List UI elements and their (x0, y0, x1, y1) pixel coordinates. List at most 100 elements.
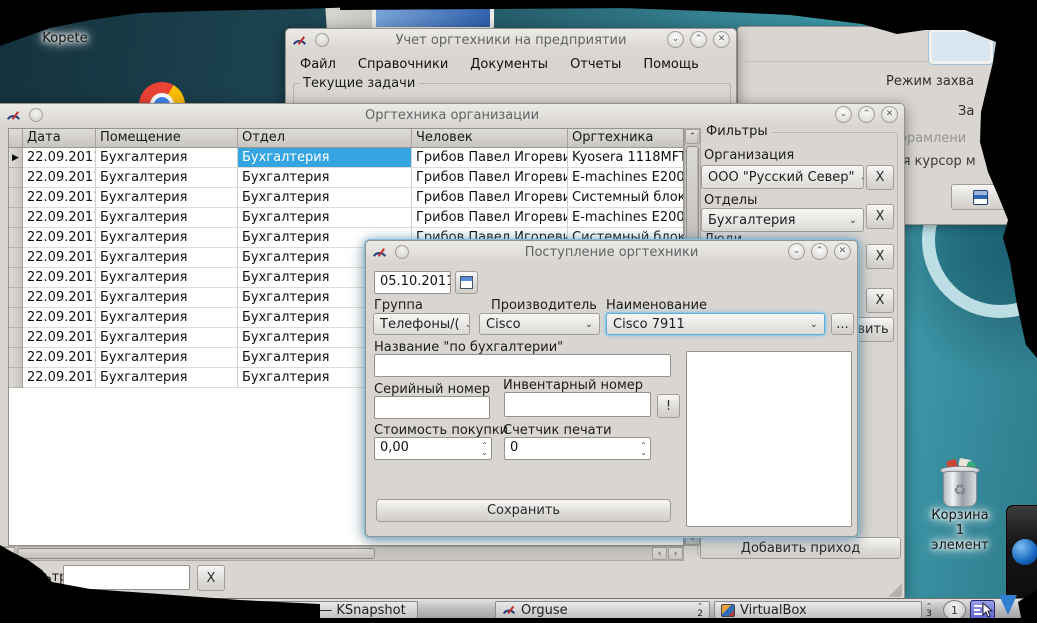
row-selector[interactable] (9, 348, 23, 368)
cell-room[interactable]: Бухгалтерия (96, 248, 238, 268)
add-income-button[interactable]: Добавить приход (700, 537, 901, 559)
manufacturer-combo[interactable]: Cisco⌄ (479, 313, 600, 335)
cell-date[interactable]: 22.09.2011 (23, 148, 96, 168)
menu-help[interactable]: Помощь (639, 55, 702, 74)
tray-arrow-icon[interactable] (999, 595, 1017, 615)
scroll-left-icon[interactable]: ‹ (1, 547, 15, 560)
menu-references[interactable]: Справочники (354, 55, 452, 74)
cell-person[interactable]: Грибов Павел Игоревич (412, 188, 568, 208)
column-header[interactable]: Дата (23, 129, 96, 148)
group-count-badge[interactable]: ⌃2 (697, 602, 703, 618)
tray-selection-icon[interactable] (970, 600, 995, 620)
org-filter-combo[interactable]: ООО "Русский Север"⌄ (701, 165, 864, 189)
row-selector[interactable] (9, 208, 23, 228)
cell-date[interactable]: 22.09.2011 (23, 168, 96, 188)
desktop-icon-kopete[interactable]: Kopete (30, 27, 100, 46)
table-row[interactable]: 22.09.2011БухгалтерияБухгалтерияГрибов П… (9, 168, 683, 188)
row-selector[interactable] (9, 288, 23, 308)
scroll-right-icon[interactable]: › (668, 547, 683, 560)
column-header[interactable]: Человек (412, 129, 568, 148)
cell-room[interactable]: Бухгалтерия (96, 368, 238, 388)
uchet-close-button[interactable]: ✕ (713, 31, 730, 48)
cell-date[interactable]: 22.09.2011 (23, 188, 96, 208)
cell-room[interactable]: Бухгалтерия (96, 268, 238, 288)
equipment-list-box[interactable] (686, 351, 852, 527)
cell-date[interactable]: 22.09.2011 (23, 348, 96, 368)
cell-dept[interactable]: Бухгалтерия (238, 208, 412, 228)
menu-file[interactable]: Файл (296, 55, 340, 74)
save-button[interactable]: Сохранить (376, 499, 671, 522)
cell-room[interactable]: Бухгалтерия (96, 308, 238, 328)
menu-documents[interactable]: Документы (466, 55, 552, 74)
column-header[interactable]: Отдел (238, 129, 412, 148)
cell-date[interactable]: 22.09.2011 (23, 288, 96, 308)
dialog-close-button[interactable]: ✕ (834, 243, 851, 260)
column-header[interactable]: Помещение (96, 129, 238, 148)
more-button[interactable]: ... (831, 313, 854, 335)
row-selector[interactable] (9, 168, 23, 188)
cell-room[interactable]: Бухгалтерия (96, 188, 238, 208)
table-hscrollbar[interactable]: ‹ ‹ › (0, 546, 684, 561)
main-minimize-button[interactable]: ⌄ (835, 106, 852, 123)
pager-desktop-button[interactable]: 1 (943, 600, 966, 620)
row-selector-header[interactable] (9, 129, 23, 148)
spinner-arrows-icon[interactable]: ⌃⌄ (640, 438, 647, 459)
row-selector[interactable] (9, 368, 23, 388)
menu-reports[interactable]: Отчеты (566, 55, 625, 74)
row-selector[interactable] (9, 188, 23, 208)
cell-room[interactable]: Бухгалтерия (96, 168, 238, 188)
status-filter-clear-button[interactable]: X (197, 565, 225, 591)
dept-filter-clear-button[interactable]: X (866, 204, 894, 229)
counter-spinbox[interactable]: 0 ⌃⌄ (504, 437, 651, 460)
scroll-left2-icon[interactable]: ‹ (652, 547, 667, 560)
partial-button-fragment[interactable]: вить (852, 317, 894, 342)
taskbar-item-ksnapshot[interactable]: jpeg — KSnapshot (234, 601, 418, 619)
uchet-titlebar[interactable]: Учет оргтехники на предприятии ⌄ ⌃ ✕ (286, 29, 736, 51)
status-filter-input[interactable] (63, 565, 190, 590)
resize-grip[interactable] (888, 583, 902, 597)
cell-person[interactable]: Грибов Павел Игоревич (412, 148, 568, 168)
dept-filter-combo[interactable]: Бухгалтерия⌄ (701, 208, 864, 232)
table-row[interactable]: 22.09.2011БухгалтерияБухгалтерияГрибов П… (9, 188, 683, 208)
cell-room[interactable]: Бухгалтерия (96, 348, 238, 368)
inventory-input[interactable] (504, 392, 651, 417)
row-selector[interactable] (9, 248, 23, 268)
row-selector[interactable] (9, 328, 23, 348)
cell-dept[interactable]: Бухгалтерия (238, 168, 412, 188)
ksnapshot-save-button[interactable] (951, 184, 1009, 210)
cell-equipment[interactable]: Kyosera 1118MFT (568, 148, 684, 168)
desktop-icon-trash[interactable]: ♻ Корзина 1 элемент (926, 462, 994, 553)
accounting-name-input[interactable] (374, 354, 671, 377)
cell-room[interactable]: Бухгалтерия (96, 328, 238, 348)
name-combo[interactable]: Cisco 7911⌄ (606, 313, 825, 335)
column-header[interactable]: Оргтехника (568, 129, 684, 148)
tray-count-badge[interactable]: ⌃3 (926, 602, 932, 618)
people-filter-clear-button[interactable]: X (866, 244, 894, 269)
row-selector[interactable] (9, 228, 23, 248)
uchet-minimize-button[interactable]: ⌄ (667, 31, 684, 48)
cell-equipment[interactable]: Системный блок (568, 188, 684, 208)
cell-date[interactable]: 22.09.2011 (23, 268, 96, 288)
dialog-titlebar[interactable]: Поступление оргтехники ⌄ ⌃ ✕ (366, 241, 857, 263)
cell-room[interactable]: Бухгалтерия (96, 228, 238, 248)
cell-person[interactable]: Грибов Павел Игоревич (412, 168, 568, 188)
table-row[interactable]: ▶22.09.2011БухгалтерияБухгалтерияГрибов … (9, 148, 683, 168)
uchet-maximize-button[interactable]: ⌃ (690, 31, 707, 48)
main-titlebar[interactable]: Оргтехника организации ⌄ ⌃ ✕ (0, 104, 904, 126)
cell-date[interactable]: 22.09.2011 (23, 368, 96, 388)
row-selector[interactable] (9, 308, 23, 328)
org-filter-clear-button[interactable]: X (866, 165, 894, 190)
cell-date[interactable]: 22.09.2011 (23, 248, 96, 268)
equipment-filter-clear-button[interactable]: X (866, 288, 894, 313)
cost-spinbox[interactable]: 0,00 ⌃⌄ (374, 437, 492, 460)
dialog-minimize-button[interactable]: ⌄ (788, 243, 805, 260)
cell-date[interactable]: 22.09.2011 (23, 328, 96, 348)
calendar-button[interactable] (455, 271, 478, 294)
cell-dept[interactable]: Бухгалтерия (238, 148, 412, 168)
main-maximize-button[interactable]: ⌃ (858, 106, 875, 123)
cell-date[interactable]: 22.09.2011 (23, 208, 96, 228)
table-row[interactable]: 22.09.2011БухгалтерияБухгалтерияГрибов П… (9, 208, 683, 228)
cell-date[interactable]: 22.09.2011 (23, 228, 96, 248)
date-input[interactable]: 05.10.2011 (374, 271, 451, 294)
cell-person[interactable]: Грибов Павел Игоревич (412, 208, 568, 228)
